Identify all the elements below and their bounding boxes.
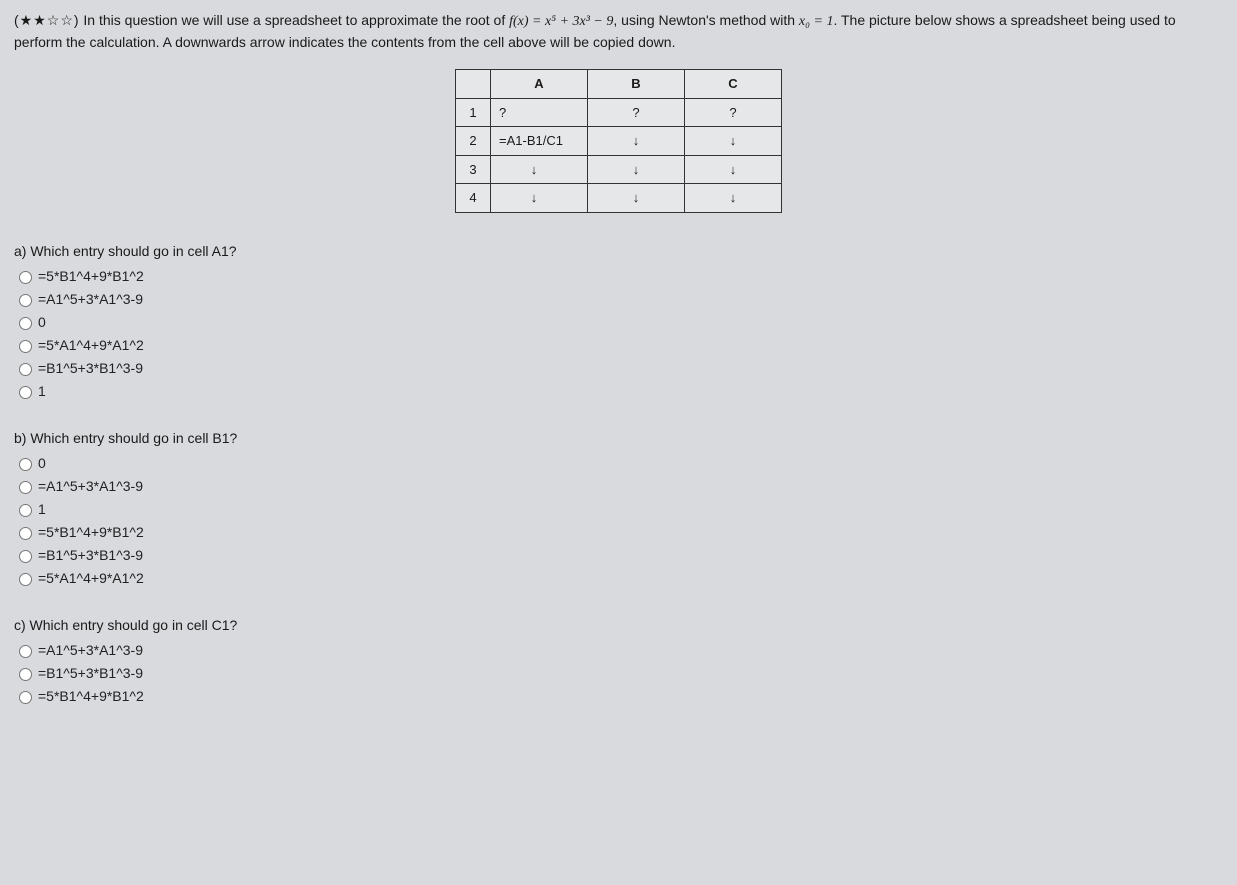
part-a-opt-0: =5*B1^4+9*B1^2 bbox=[38, 266, 144, 287]
part-c-opt-1: =B1^5+3*B1^3-9 bbox=[38, 663, 143, 684]
part-a-radio-5[interactable] bbox=[19, 386, 32, 399]
cell-c4: ↓ bbox=[685, 184, 782, 213]
cell-b3: ↓ bbox=[588, 155, 685, 184]
part-c-opt-0: =A1^5+3*A1^3-9 bbox=[38, 640, 143, 661]
part-b-radio-0[interactable] bbox=[19, 458, 32, 471]
part-b-radio-2[interactable] bbox=[19, 504, 32, 517]
part-a-opt-2: 0 bbox=[38, 312, 46, 333]
cell-a3: ↓ bbox=[491, 155, 588, 184]
part-b-opt-3: =5*B1^4+9*B1^2 bbox=[38, 522, 144, 543]
part-b-opt-4: =B1^5+3*B1^3-9 bbox=[38, 545, 143, 566]
corner-cell bbox=[456, 70, 491, 99]
cell-b4: ↓ bbox=[588, 184, 685, 213]
part-b-opt-1: =A1^5+3*A1^3-9 bbox=[38, 476, 143, 497]
difficulty-stars: (★★☆☆) bbox=[14, 12, 80, 28]
part-b-radio-5[interactable] bbox=[19, 573, 32, 586]
part-c-label: c) Which entry should go in cell C1? bbox=[14, 615, 1223, 636]
part-b-radio-1[interactable] bbox=[19, 481, 32, 494]
part-c-radio-0[interactable] bbox=[19, 645, 32, 658]
col-head-a: A bbox=[491, 70, 588, 99]
row-num-4: 4 bbox=[456, 184, 491, 213]
part-b-label: b) Which entry should go in cell B1? bbox=[14, 428, 1223, 449]
spreadsheet-wrapper: A B C 1 ? ? ? 2 =A1-B1/C1 ↓ ↓ 3 ↓ ↓ ↓ 4 … bbox=[14, 69, 1223, 213]
part-c: c) Which entry should go in cell C1? =A1… bbox=[14, 615, 1223, 707]
x0-value: x₀ = 1 bbox=[799, 14, 834, 29]
cell-a1: ? bbox=[491, 98, 588, 127]
part-a-label: a) Which entry should go in cell A1? bbox=[14, 241, 1223, 262]
col-head-c: C bbox=[685, 70, 782, 99]
fx-expression: f(x) = x⁵ + 3x³ − 9 bbox=[509, 14, 613, 29]
part-a-radio-4[interactable] bbox=[19, 363, 32, 376]
part-b-opt-0: 0 bbox=[38, 453, 46, 474]
intro-text-1: In this question we will use a spreadshe… bbox=[80, 12, 510, 28]
row-num-2: 2 bbox=[456, 127, 491, 156]
part-b-opt-2: 1 bbox=[38, 499, 46, 520]
part-a-opt-1: =A1^5+3*A1^3-9 bbox=[38, 289, 143, 310]
intro-text-2: , using Newton's method with bbox=[613, 12, 799, 28]
part-a-opt-4: =B1^5+3*B1^3-9 bbox=[38, 358, 143, 379]
part-a-opt-3: =5*A1^4+9*A1^2 bbox=[38, 335, 144, 356]
cell-a4: ↓ bbox=[491, 184, 588, 213]
part-a: a) Which entry should go in cell A1? =5*… bbox=[14, 241, 1223, 402]
part-c-opt-2: =5*B1^4+9*B1^2 bbox=[38, 686, 144, 707]
part-c-radio-2[interactable] bbox=[19, 691, 32, 704]
part-b-radio-4[interactable] bbox=[19, 550, 32, 563]
cell-b2: ↓ bbox=[588, 127, 685, 156]
cell-c1: ? bbox=[685, 98, 782, 127]
part-a-radio-0[interactable] bbox=[19, 271, 32, 284]
part-b: b) Which entry should go in cell B1? 0 =… bbox=[14, 428, 1223, 589]
cell-b1: ? bbox=[588, 98, 685, 127]
question-intro: (★★☆☆) In this question we will use a sp… bbox=[14, 10, 1223, 53]
row-num-3: 3 bbox=[456, 155, 491, 184]
cell-c2: ↓ bbox=[685, 127, 782, 156]
part-b-radio-3[interactable] bbox=[19, 527, 32, 540]
part-a-radio-2[interactable] bbox=[19, 317, 32, 330]
part-a-opt-5: 1 bbox=[38, 381, 46, 402]
spreadsheet-table: A B C 1 ? ? ? 2 =A1-B1/C1 ↓ ↓ 3 ↓ ↓ ↓ 4 … bbox=[455, 69, 782, 213]
part-b-opt-5: =5*A1^4+9*A1^2 bbox=[38, 568, 144, 589]
part-a-radio-3[interactable] bbox=[19, 340, 32, 353]
part-c-radio-1[interactable] bbox=[19, 668, 32, 681]
cell-c3: ↓ bbox=[685, 155, 782, 184]
cell-a2: =A1-B1/C1 bbox=[491, 127, 588, 156]
row-num-1: 1 bbox=[456, 98, 491, 127]
col-head-b: B bbox=[588, 70, 685, 99]
part-a-radio-1[interactable] bbox=[19, 294, 32, 307]
